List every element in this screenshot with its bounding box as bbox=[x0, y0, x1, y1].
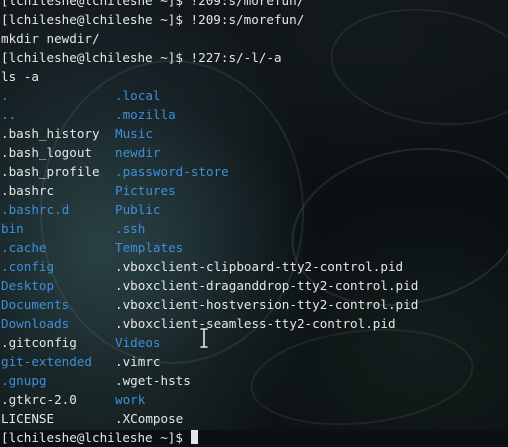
directory-entry: .config bbox=[1, 259, 55, 274]
directory-entry: Desktop bbox=[1, 278, 55, 293]
directory-entry: . bbox=[1, 88, 9, 103]
file-entry: .wget-hsts bbox=[115, 373, 191, 388]
file-entry: .XCompose bbox=[115, 411, 184, 426]
terminal-line: [lchileshe@lchileshe ~]$ !227:s/-l/-a bbox=[0, 48, 508, 67]
terminal-line: mkdir newdir/ bbox=[0, 29, 508, 48]
terminal-text: [lchileshe@lchileshe ~]$ !209:s/morefun/ bbox=[1, 0, 305, 8]
directory-entry: .password-store bbox=[115, 164, 229, 179]
shell-prompt: [lchileshe@lchileshe ~]$ bbox=[1, 428, 198, 447]
ls-output-row: .. .mozilla bbox=[0, 105, 508, 124]
ls-output-row: git-extended .vimrc bbox=[0, 352, 508, 371]
ls-output-row: .config .vboxclient-clipboard-tty2-contro… bbox=[0, 257, 508, 276]
ls-output-row: .gnupg .wget-hsts bbox=[0, 371, 508, 390]
directory-entry: Public bbox=[115, 202, 161, 217]
ls-output-row: .cache Templates bbox=[0, 238, 508, 257]
directory-entry: newdir bbox=[115, 145, 161, 160]
directory-entry: .ssh bbox=[115, 221, 146, 236]
directory-entry: Downloads bbox=[1, 316, 70, 331]
file-entry: LICENSE bbox=[1, 411, 55, 426]
ls-output-row: LICENSE .XCompose bbox=[0, 409, 508, 428]
terminal-text: [lchileshe@lchileshe ~]$ !227:s/-l/-a bbox=[1, 50, 282, 65]
ls-output-row: Desktop .vboxclient-draganddrop-tty2-cont… bbox=[0, 276, 508, 295]
block-cursor-icon bbox=[190, 430, 198, 444]
command-prompt-line: [lchileshe@lchileshe ~]$ bbox=[0, 428, 508, 447]
ls-output-row: .bash_logout newdir bbox=[0, 143, 508, 162]
terminal-text: [lchileshe@lchileshe ~]$ !209:s/morefun/ bbox=[1, 12, 305, 27]
file-entry: .bash_history bbox=[1, 126, 100, 141]
file-entry: .vimrc bbox=[115, 354, 161, 369]
file-entry: .gitconfig bbox=[1, 335, 77, 350]
ls-output-row: .gitconfig Videos bbox=[0, 333, 508, 352]
directory-entry: work bbox=[115, 392, 146, 407]
prompt-text: [lchileshe@lchileshe ~]$ bbox=[1, 430, 191, 445]
file-entry: .vboxclient-seamless-tty2-control.pid bbox=[115, 316, 396, 331]
ls-output-row: bin .ssh bbox=[0, 219, 508, 238]
ls-output-row: .bashrc Pictures bbox=[0, 181, 508, 200]
file-entry: .bash_profile bbox=[1, 164, 100, 179]
file-entry: .vboxclient-draganddrop-tty2-control.pid bbox=[115, 278, 419, 293]
terminal-text: mkdir newdir/ bbox=[1, 31, 100, 46]
ls-output-row: .gtkrc-2.0 work bbox=[0, 390, 508, 409]
ls-output-row: . .local bbox=[0, 86, 508, 105]
terminal-line: ls -a bbox=[0, 67, 508, 86]
ls-output-row: Documents .vboxclient-hostversion-tty2-co… bbox=[0, 295, 508, 314]
terminal-line: [lchileshe@lchileshe ~]$ !209:s/morefun/ bbox=[0, 10, 508, 29]
directory-entry: .local bbox=[115, 88, 161, 103]
directory-entry: Documents bbox=[1, 297, 70, 312]
directory-entry: bin bbox=[1, 221, 24, 236]
directory-entry: Music bbox=[115, 126, 153, 141]
directory-entry: git-extended bbox=[1, 354, 92, 369]
ls-output-row: .bash_profile .password-store bbox=[0, 162, 508, 181]
file-entry: .gtkrc-2.0 bbox=[1, 392, 77, 407]
directory-entry: Pictures bbox=[115, 183, 176, 198]
terminal-text: ls -a bbox=[1, 69, 39, 84]
terminal-output[interactable]: [lchileshe@lchileshe ~]$ !209:s/morefun/… bbox=[0, 0, 508, 445]
ls-output-row: .bash_history Music bbox=[0, 124, 508, 143]
directory-entry: Templates bbox=[115, 240, 184, 255]
ls-output-row: .bashrc.d Public bbox=[0, 200, 508, 219]
file-entry: .bashrc bbox=[1, 183, 55, 198]
file-entry: .vboxclient-hostversion-tty2-control.pid bbox=[115, 297, 419, 312]
ibeam-cursor-icon bbox=[200, 328, 208, 348]
directory-entry: .bashrc.d bbox=[1, 202, 70, 217]
directory-entry: .mozilla bbox=[115, 107, 176, 122]
file-entry: .bash_logout bbox=[1, 145, 92, 160]
terminal-line: [lchileshe@lchileshe ~]$ !209:s/morefun/ bbox=[0, 0, 508, 10]
directory-entry: .cache bbox=[1, 240, 47, 255]
directory-entry: Videos bbox=[115, 335, 161, 350]
directory-entry: .. bbox=[1, 107, 17, 122]
directory-entry: .gnupg bbox=[1, 373, 47, 388]
file-entry: .vboxclient-clipboard-tty2-control.pid bbox=[115, 259, 404, 274]
ls-output-row: Downloads .vboxclient-seamless-tty2-contr… bbox=[0, 314, 508, 333]
